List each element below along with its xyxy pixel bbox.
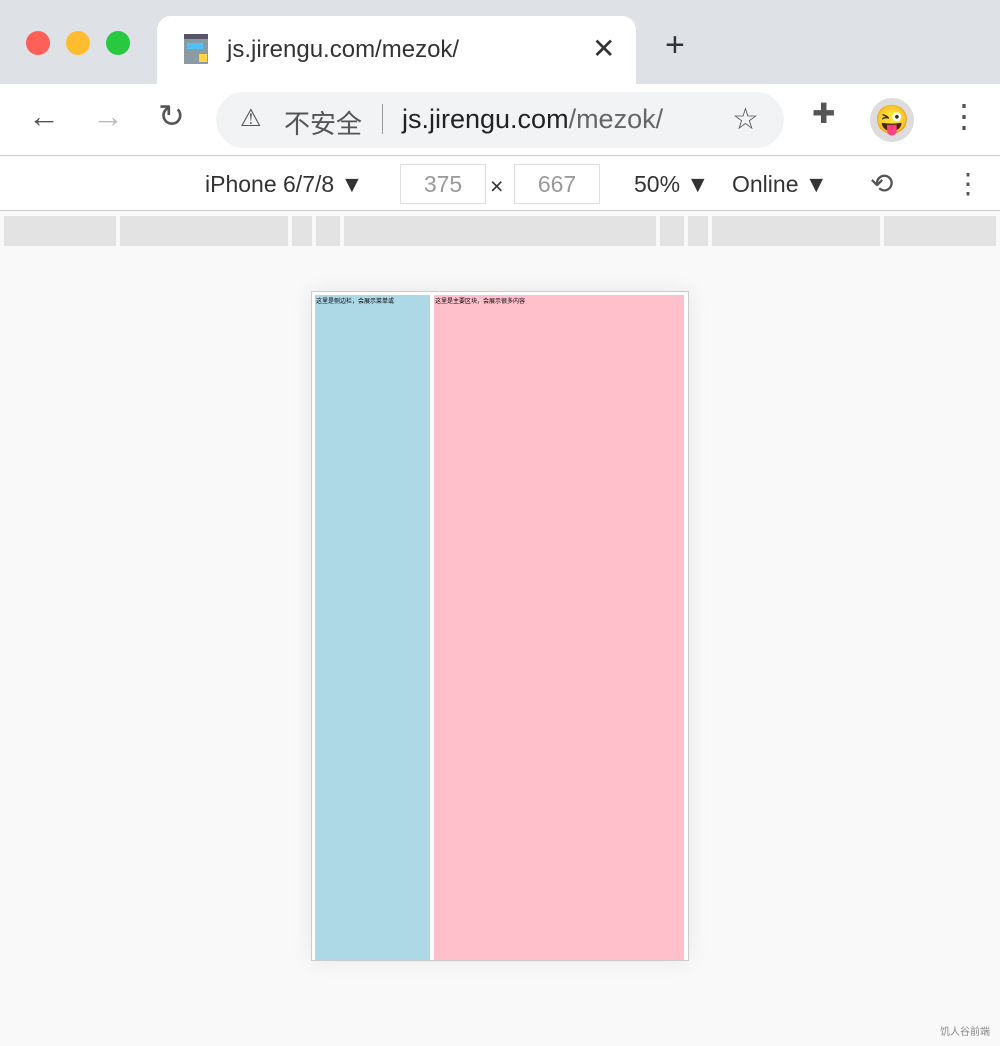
back-icon[interactable]: ← bbox=[28, 100, 60, 132]
network-select[interactable]: Online ▼ bbox=[732, 171, 828, 198]
sidebar: 这里是侧边栏，会展示菜单或 bbox=[315, 295, 430, 960]
tab-title: js.jirengu.com/mezok/ bbox=[227, 36, 460, 63]
devtools-more-icon[interactable]: ⋮ bbox=[954, 167, 982, 200]
address-bar[interactable]: ⚠ 不安全 js.jirengu.com/mezok/ ☆ bbox=[216, 92, 784, 148]
security-label: 不安全 bbox=[284, 109, 363, 139]
sidebar-text: 这里是侧边栏，会展示菜单或 bbox=[316, 299, 395, 305]
avatar[interactable]: 😜 bbox=[870, 98, 914, 142]
ruler-segment[interactable] bbox=[688, 216, 708, 246]
menu-icon[interactable]: ⋮ bbox=[948, 100, 980, 132]
extensions-icon[interactable]: ✚ bbox=[812, 100, 835, 128]
ruler-segment[interactable] bbox=[884, 216, 996, 246]
forward-icon[interactable]: → bbox=[92, 100, 124, 132]
warning-icon: ⚠ bbox=[240, 105, 262, 132]
browser-tab[interactable]: js.jirengu.com/mezok/ ✕ bbox=[157, 16, 636, 84]
ruler-segment[interactable] bbox=[344, 216, 656, 246]
maximize-window-button[interactable] bbox=[106, 31, 130, 55]
times-sign: × bbox=[490, 173, 504, 199]
minimize-window-button[interactable] bbox=[66, 31, 90, 55]
divider bbox=[382, 104, 383, 134]
ruler-segment[interactable] bbox=[712, 216, 880, 246]
tab-close-icon[interactable]: ✕ bbox=[592, 32, 615, 65]
width-input[interactable]: 375 bbox=[400, 164, 486, 204]
ruler-segment[interactable] bbox=[4, 216, 116, 246]
main-area: 这里是主要区块，会展示很多内容 bbox=[434, 295, 684, 960]
device-select[interactable]: iPhone 6/7/8 ▼ bbox=[205, 171, 363, 198]
navigation-bar: ← → ↻ ⚠ 不安全 js.jirengu.com/mezok/ ☆ ✚ 😜 … bbox=[0, 84, 1000, 156]
new-tab-button[interactable]: + bbox=[665, 28, 685, 62]
favicon-icon bbox=[184, 34, 208, 64]
rotate-icon[interactable]: ⟲ bbox=[870, 167, 893, 200]
watermark: 饥人谷前端 bbox=[940, 1027, 990, 1038]
close-window-button[interactable] bbox=[26, 31, 50, 55]
ruler-segment[interactable] bbox=[120, 216, 288, 246]
zoom-select[interactable]: 50% ▼ bbox=[634, 171, 709, 198]
main-text: 这里是主要区块，会展示很多内容 bbox=[435, 299, 526, 305]
ruler-segment[interactable] bbox=[316, 216, 340, 246]
device-toolbar: iPhone 6/7/8 ▼ 375 × 667 50% ▼ Online ▼ … bbox=[0, 157, 1000, 211]
ruler-segment[interactable] bbox=[660, 216, 684, 246]
bookmark-star-icon[interactable]: ☆ bbox=[732, 102, 759, 137]
ruler-segment[interactable] bbox=[292, 216, 312, 246]
height-input[interactable]: 667 bbox=[514, 164, 600, 204]
title-bar: js.jirengu.com/mezok/ ✕ + bbox=[0, 0, 1000, 84]
url-text: js.jirengu.com/mezok/ bbox=[402, 104, 664, 134]
reload-icon[interactable]: ↻ bbox=[158, 100, 185, 132]
device-viewport: 这里是侧边栏，会展示菜单或 这里是主要区块，会展示很多内容 bbox=[311, 291, 689, 961]
